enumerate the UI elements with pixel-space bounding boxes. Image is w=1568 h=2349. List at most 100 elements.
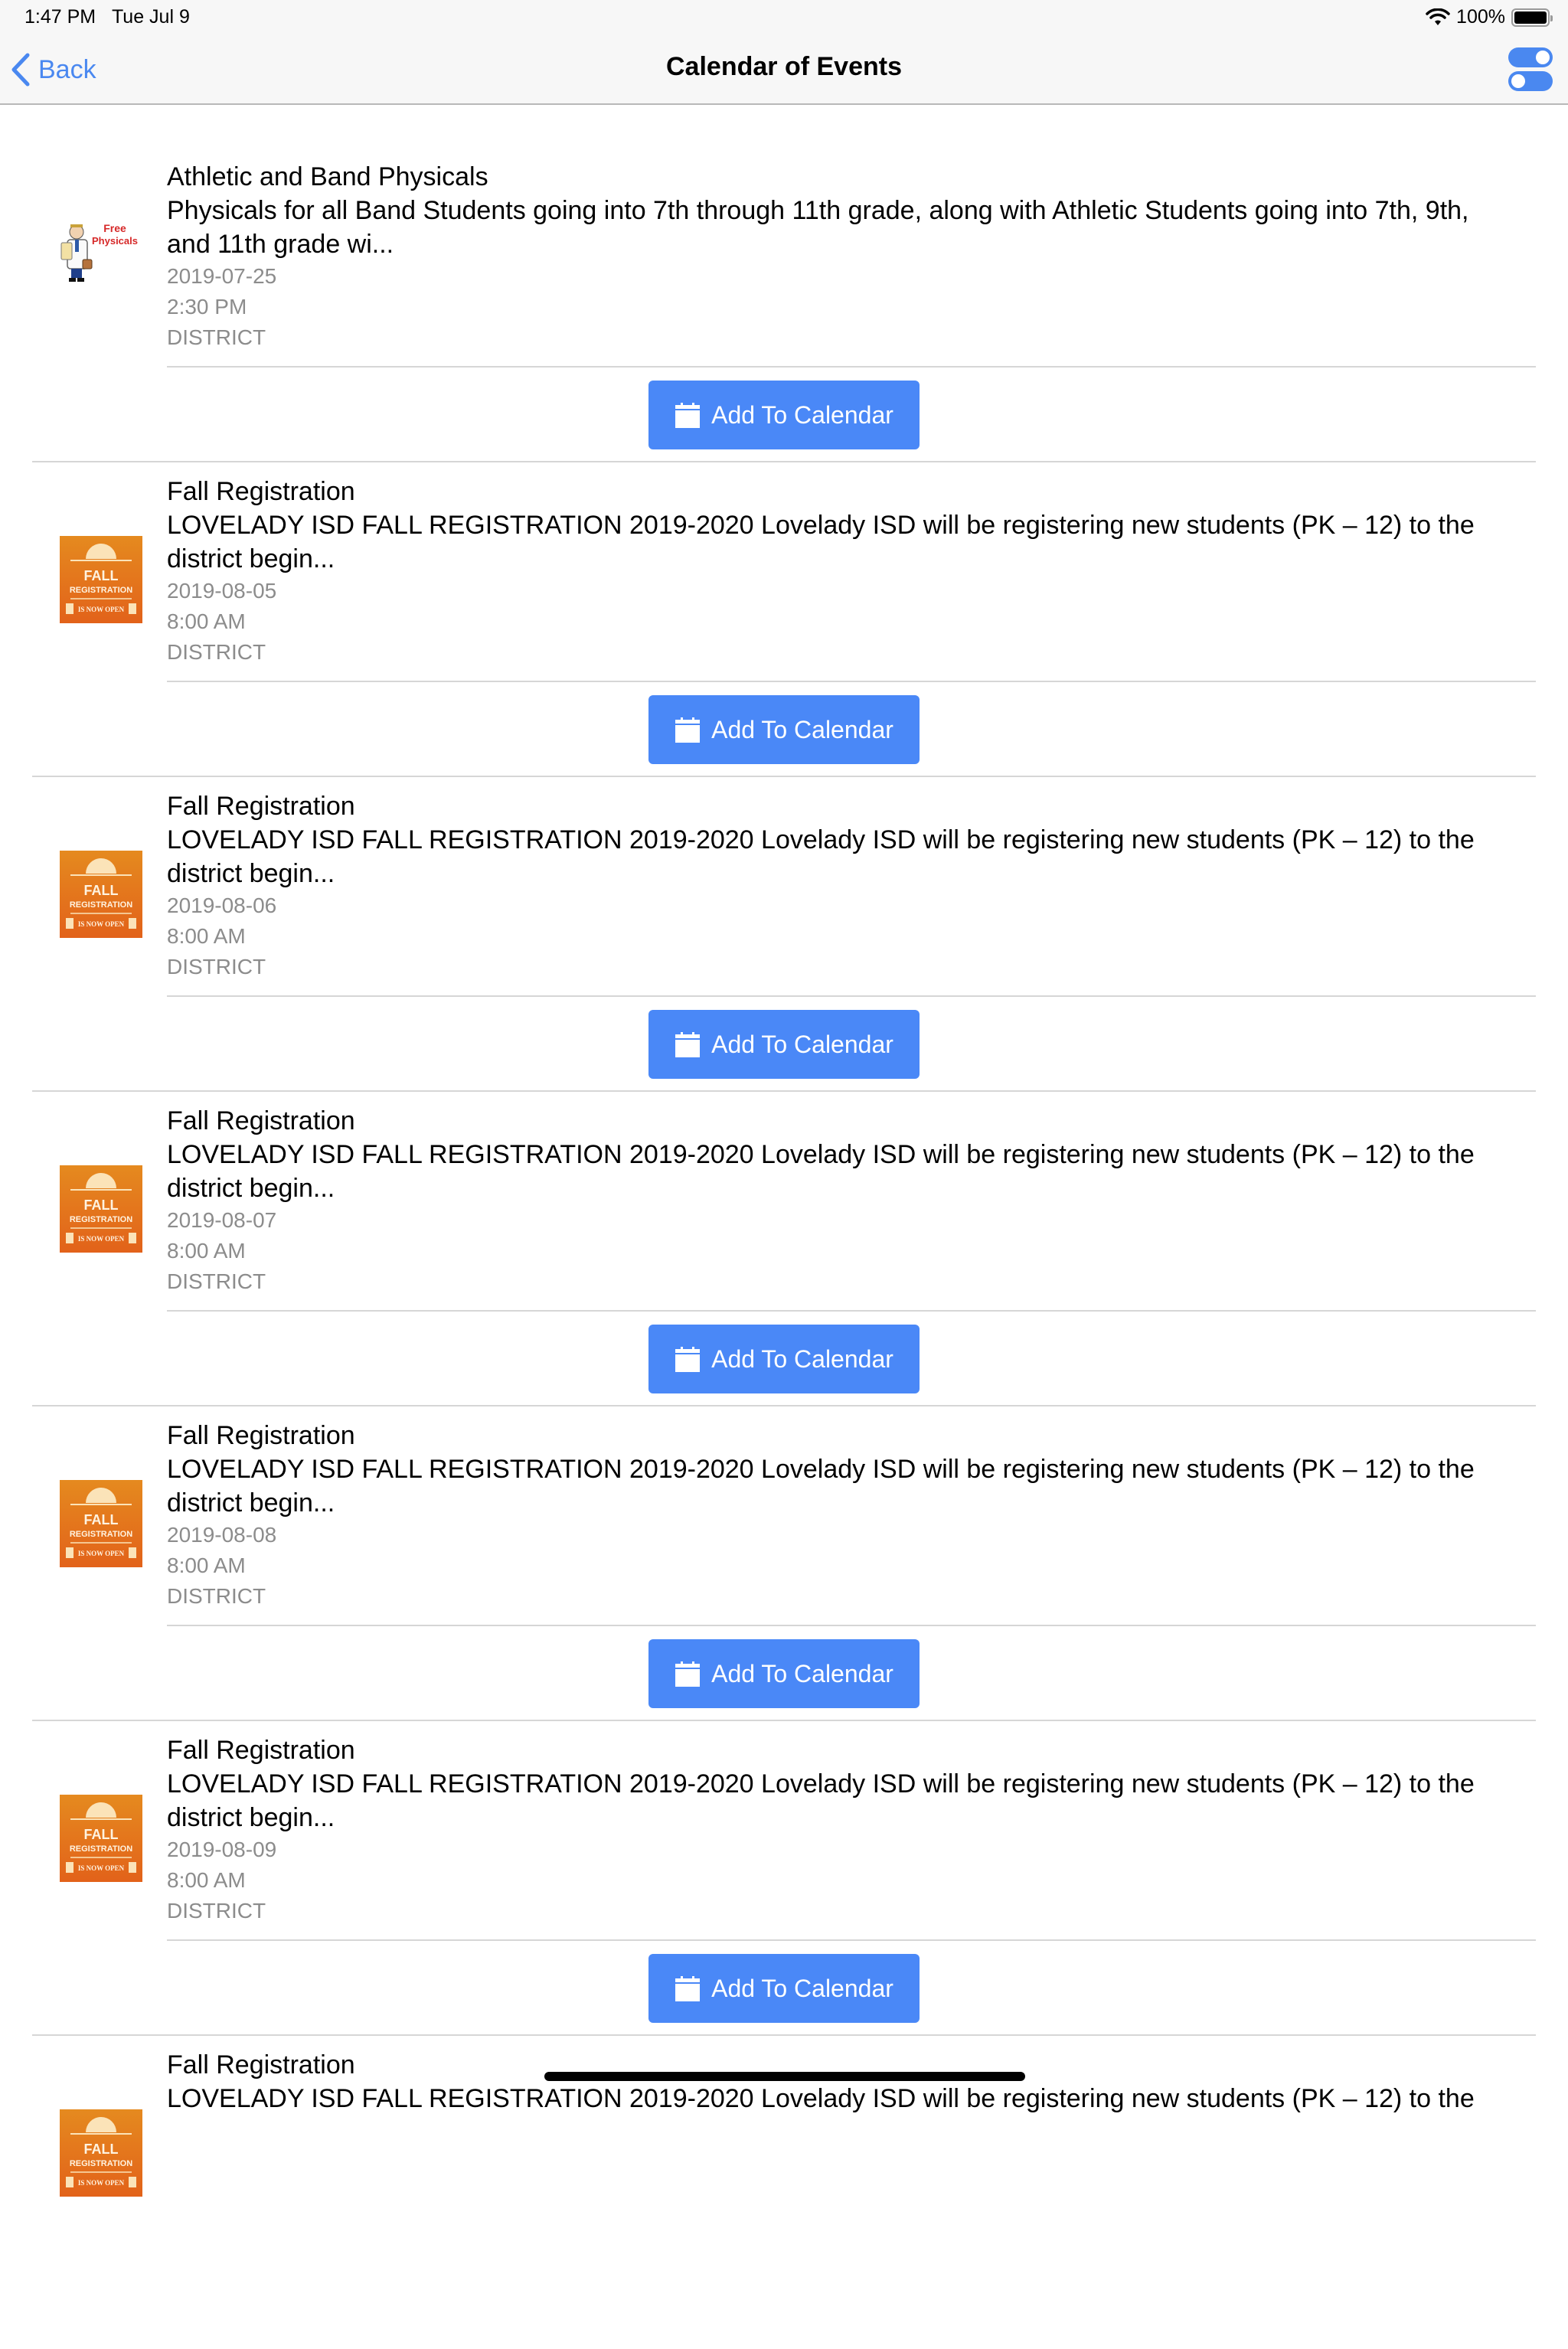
svg-text:IS NOW OPEN: IS NOW OPEN bbox=[78, 1235, 125, 1243]
event-text: Fall Registration LOVELADY ISD FALL REGI… bbox=[167, 1419, 1537, 1612]
add-to-calendar-label: Add To Calendar bbox=[711, 1030, 893, 1058]
event-row-3: FALL REGISTRATION IS NOW OPEN Fall Registr… bbox=[0, 776, 1568, 1090]
fall-registration-image: FALL REGISTRATION IS NOW OPEN bbox=[60, 536, 142, 623]
svg-text:IS NOW OPEN: IS NOW OPEN bbox=[78, 1550, 125, 1557]
event-category: DISTRICT bbox=[167, 1584, 266, 1608]
fall-registration-image: FALL REGISTRATION IS NOW OPEN bbox=[60, 2109, 142, 2197]
calendar-icon bbox=[675, 403, 701, 428]
filter-toggle-button[interactable] bbox=[1508, 47, 1553, 92]
row-divider bbox=[32, 1405, 1536, 1406]
svg-text:FALL: FALL bbox=[84, 568, 119, 583]
event-description: LOVELADY ISD FALL REGISTRATION 2019-2020… bbox=[167, 511, 1475, 573]
svg-text:Free: Free bbox=[103, 222, 126, 234]
svg-text:IS NOW OPEN: IS NOW OPEN bbox=[78, 2179, 125, 2187]
event-description: LOVELADY ISD FALL REGISTRATION 2019-2020… bbox=[167, 1140, 1475, 1203]
event-title[interactable]: Fall Registration bbox=[167, 1104, 1537, 1138]
add-to-calendar-label: Add To Calendar bbox=[711, 1659, 893, 1687]
event-title[interactable]: Fall Registration bbox=[167, 1419, 1537, 1452]
svg-text:FALL: FALL bbox=[84, 1827, 119, 1842]
status-time-text: 1:47 PM bbox=[24, 6, 96, 28]
event-title[interactable]: Fall Registration bbox=[167, 789, 1537, 823]
svg-text:IS NOW OPEN: IS NOW OPEN bbox=[78, 1864, 125, 1872]
event-description: LOVELADY ISD FALL REGISTRATION 2019-2020… bbox=[167, 1769, 1475, 1832]
navigation-bar: 1:47 PM Tue Jul 9 100% Back Calendar of … bbox=[0, 0, 1568, 105]
status-bar-indicators: 100% bbox=[1426, 6, 1553, 28]
add-to-calendar-label: Add To Calendar bbox=[711, 1974, 893, 2002]
add-to-calendar-button[interactable]: Add To Calendar bbox=[648, 1954, 920, 2023]
svg-text:FALL: FALL bbox=[84, 1197, 119, 1213]
fall-registration-image: FALL REGISTRATION IS NOW OPEN bbox=[60, 851, 142, 938]
event-description: Physicals for all Band Students going in… bbox=[167, 196, 1469, 259]
calendar-icon bbox=[675, 717, 701, 743]
event-text: Fall Registration LOVELADY ISD FALL REGI… bbox=[167, 1733, 1537, 1926]
svg-text:IS NOW OPEN: IS NOW OPEN bbox=[78, 920, 125, 928]
event-text: Athletic and Band Physicals Physicals fo… bbox=[167, 160, 1537, 353]
event-row-1: Free Physicals Athletic and Band Physical… bbox=[0, 146, 1568, 461]
toggle-on-icon bbox=[1508, 47, 1553, 67]
event-time: 8:00 AM bbox=[167, 1553, 246, 1577]
wifi-icon bbox=[1426, 8, 1450, 25]
row-divider bbox=[32, 2034, 1536, 2036]
event-category: DISTRICT bbox=[167, 955, 266, 978]
event-title[interactable]: Athletic and Band Physicals bbox=[167, 160, 1537, 194]
event-title[interactable]: Fall Registration bbox=[167, 1733, 1537, 1767]
event-time: 8:00 AM bbox=[167, 609, 246, 633]
event-description: LOVELADY ISD FALL REGISTRATION 2019-2020… bbox=[167, 2084, 1475, 2113]
battery-percent: 100% bbox=[1456, 6, 1505, 28]
add-to-calendar-button[interactable]: Add To Calendar bbox=[648, 381, 920, 449]
status-date-text: Tue Jul 9 bbox=[111, 6, 190, 28]
home-indicator[interactable] bbox=[544, 2072, 1025, 2081]
row-divider bbox=[32, 1090, 1536, 1092]
event-row-2: FALL REGISTRATION IS NOW OPEN Fall Registr… bbox=[0, 461, 1568, 776]
event-time: 8:00 AM bbox=[167, 1239, 246, 1263]
event-time: 8:00 AM bbox=[167, 1868, 246, 1892]
status-bar-time: 1:47 PM Tue Jul 9 bbox=[24, 6, 190, 28]
event-row-5: FALL REGISTRATION IS NOW OPEN Fall Registr… bbox=[0, 1405, 1568, 1720]
svg-text:FALL: FALL bbox=[84, 1512, 119, 1527]
add-to-calendar-button[interactable]: Add To Calendar bbox=[648, 1325, 920, 1393]
row-divider bbox=[32, 776, 1536, 777]
add-to-calendar-label: Add To Calendar bbox=[711, 1344, 893, 1373]
svg-text:REGISTRATION: REGISTRATION bbox=[70, 1215, 132, 1224]
toggle-off-icon bbox=[1508, 71, 1553, 91]
svg-text:FALL: FALL bbox=[84, 2142, 119, 2157]
row-divider bbox=[32, 1720, 1536, 1721]
fall-registration-image-icon: FALL REGISTRATION IS NOW OPEN bbox=[60, 2109, 142, 2197]
calendar-icon bbox=[675, 1347, 701, 1372]
button-divider bbox=[167, 681, 1536, 682]
event-category: DISTRICT bbox=[167, 1899, 266, 1923]
event-text: Fall Registration LOVELADY ISD FALL REGI… bbox=[167, 475, 1537, 668]
event-row-4: FALL REGISTRATION IS NOW OPEN Fall Registr… bbox=[0, 1090, 1568, 1405]
svg-text:FALL: FALL bbox=[84, 883, 119, 898]
fall-registration-image-icon: FALL REGISTRATION IS NOW OPEN bbox=[60, 851, 142, 938]
row-divider bbox=[32, 461, 1536, 462]
svg-text:Physicals: Physicals bbox=[92, 235, 138, 247]
button-divider bbox=[167, 366, 1536, 368]
svg-text:REGISTRATION: REGISTRATION bbox=[70, 900, 132, 910]
event-description: LOVELADY ISD FALL REGISTRATION 2019-2020… bbox=[167, 1455, 1475, 1518]
fall-registration-image-icon: FALL REGISTRATION IS NOW OPEN bbox=[60, 1480, 142, 1567]
add-to-calendar-button[interactable]: Add To Calendar bbox=[648, 1639, 920, 1708]
event-date: 2019-08-07 bbox=[167, 1208, 277, 1232]
fall-registration-image-icon: FALL REGISTRATION IS NOW OPEN bbox=[60, 1165, 142, 1253]
event-description: LOVELADY ISD FALL REGISTRATION 2019-2020… bbox=[167, 825, 1475, 888]
event-category: DISTRICT bbox=[167, 640, 266, 664]
event-date: 2019-08-05 bbox=[167, 579, 277, 603]
add-to-calendar-button[interactable]: Add To Calendar bbox=[648, 695, 920, 764]
add-to-calendar-label: Add To Calendar bbox=[711, 715, 893, 743]
add-to-calendar-button[interactable]: Add To Calendar bbox=[648, 1010, 920, 1079]
button-divider bbox=[167, 1939, 1536, 1941]
button-divider bbox=[167, 1625, 1536, 1626]
event-date: 2019-07-25 bbox=[167, 264, 277, 288]
event-title[interactable]: Fall Registration bbox=[167, 475, 1537, 508]
battery-icon bbox=[1511, 8, 1553, 27]
fall-registration-image-icon: FALL REGISTRATION IS NOW OPEN bbox=[60, 1795, 142, 1882]
event-date: 2019-08-09 bbox=[167, 1838, 277, 1861]
event-date: 2019-08-06 bbox=[167, 894, 277, 917]
button-divider bbox=[167, 1310, 1536, 1312]
page-title: Calendar of Events bbox=[666, 52, 902, 81]
event-text: Fall Registration LOVELADY ISD FALL REGI… bbox=[167, 1104, 1537, 1297]
calendar-icon bbox=[675, 1661, 701, 1687]
svg-text:REGISTRATION: REGISTRATION bbox=[70, 2159, 132, 2168]
free-physicals-image: Free Physicals bbox=[60, 204, 142, 292]
